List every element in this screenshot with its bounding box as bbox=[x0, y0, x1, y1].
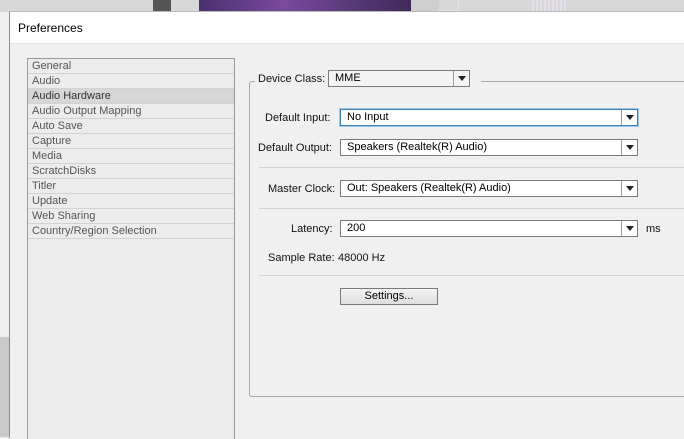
default-input-label: Default Input: bbox=[265, 112, 331, 124]
default-input-value: No Input bbox=[347, 111, 389, 123]
separator bbox=[259, 208, 684, 209]
category-item[interactable]: Audio bbox=[28, 74, 234, 89]
default-output-select[interactable]: Speakers (Realtek(R) Audio) bbox=[340, 139, 638, 156]
settings-button[interactable]: Settings... bbox=[340, 288, 438, 305]
latency-unit: ms bbox=[646, 223, 661, 235]
category-item[interactable]: Media bbox=[28, 149, 234, 164]
chevron-down-icon[interactable] bbox=[621, 110, 637, 125]
chevron-down-icon[interactable] bbox=[621, 221, 637, 236]
default-output-value: Speakers (Realtek(R) Audio) bbox=[347, 141, 488, 153]
device-class-label: Device Class: bbox=[258, 73, 326, 85]
latency-value: 200 bbox=[347, 222, 366, 234]
category-item[interactable]: Country/Region Selection bbox=[28, 224, 234, 239]
master-clock-value: Out: Speakers (Realtek(R) Audio) bbox=[347, 182, 511, 194]
category-item[interactable]: Capture bbox=[28, 134, 234, 149]
sample-rate-label: Sample Rate: bbox=[268, 252, 335, 264]
latency-select[interactable]: 200 bbox=[340, 220, 638, 237]
window-title: Preferences bbox=[18, 21, 83, 35]
category-item[interactable]: Titler bbox=[28, 179, 234, 194]
chevron-down-icon[interactable] bbox=[621, 181, 637, 196]
category-item[interactable]: Update bbox=[28, 194, 234, 209]
sample-rate-value: 48000 Hz bbox=[338, 252, 386, 264]
category-list[interactable]: General Audio Audio Hardware Audio Output M… bbox=[27, 58, 235, 439]
category-item[interactable]: Auto Save bbox=[28, 119, 234, 134]
device-class-value: MME bbox=[335, 72, 361, 84]
waveform-icon bbox=[532, 0, 568, 11]
category-item[interactable]: General bbox=[28, 59, 234, 74]
background-app-edge bbox=[0, 337, 9, 437]
latency-label: Latency: bbox=[291, 223, 333, 235]
category-item[interactable]: Audio Output Mapping bbox=[28, 104, 234, 119]
preferences-window: Preferences General Audio Audio Hardware Au… bbox=[9, 11, 684, 439]
chevron-down-icon[interactable] bbox=[621, 140, 637, 155]
category-item[interactable]: ScratchDisks bbox=[28, 164, 234, 179]
device-class-select[interactable]: MME bbox=[328, 70, 470, 87]
default-input-select[interactable]: No Input bbox=[340, 109, 638, 126]
chevron-down-icon[interactable] bbox=[453, 71, 469, 86]
separator bbox=[259, 275, 684, 276]
category-item[interactable]: Audio Hardware bbox=[28, 89, 234, 104]
separator bbox=[259, 167, 684, 168]
master-clock-label: Master Clock: bbox=[268, 183, 336, 195]
default-output-label: Default Output: bbox=[258, 142, 332, 154]
master-clock-select[interactable]: Out: Speakers (Realtek(R) Audio) bbox=[340, 180, 638, 197]
category-item[interactable]: Web Sharing bbox=[28, 209, 234, 224]
title-bar[interactable]: Preferences bbox=[10, 12, 684, 44]
audio-hardware-panel bbox=[249, 81, 684, 397]
